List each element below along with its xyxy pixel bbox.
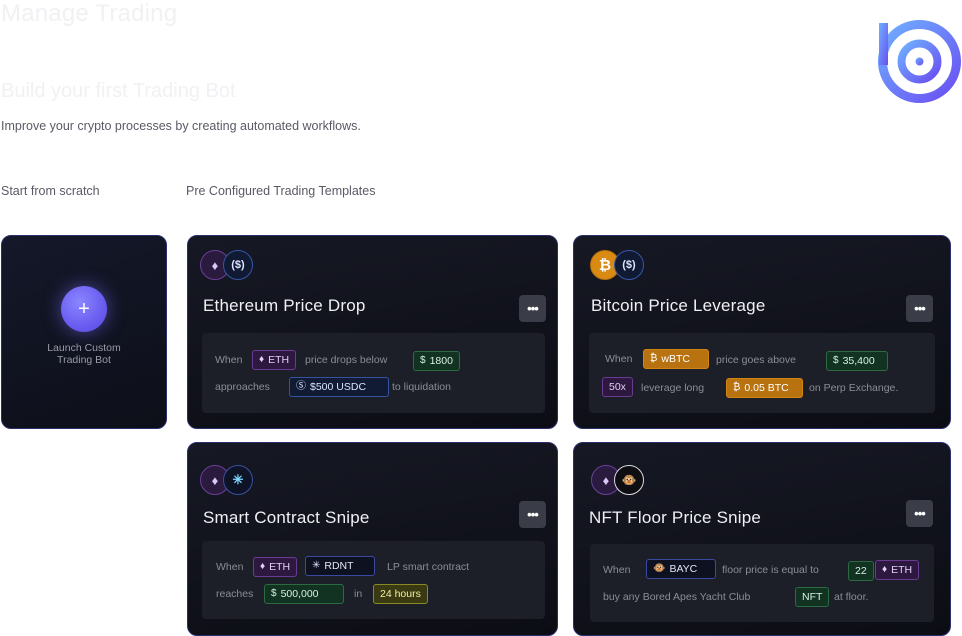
start-from-scratch-label: Start from scratch	[1, 184, 100, 198]
radiant-icon: ✳	[312, 560, 321, 571]
rule-text-when: When	[603, 564, 631, 576]
rule-text: leverage long	[641, 382, 705, 394]
templates-label: Pre Configured Trading Templates	[186, 184, 376, 198]
more-options-button[interactable]: •••	[519, 501, 546, 528]
chip-price[interactable]: $35,400	[826, 351, 888, 371]
chip-eth[interactable]: ♦ ETH	[253, 557, 298, 577]
launch-custom-bot-card[interactable]: + Launch Custom Trading Bot	[1, 235, 167, 429]
chip-duration[interactable]: 24 hours	[373, 584, 428, 604]
chip-price[interactable]: $1800	[413, 351, 460, 371]
dollar-icon: $	[271, 588, 277, 599]
section-title: Build your first Trading Bot	[1, 80, 236, 102]
rule-text: at floor.	[834, 591, 869, 603]
more-options-button[interactable]: •••	[906, 500, 933, 527]
chip-rdnt[interactable]: ✳ RDNT	[305, 556, 375, 576]
bayc-icon: 🐵	[653, 563, 666, 574]
template-card-ethereum-price-drop[interactable]: ♦ ($) Ethereum Price Drop ••• When ♦ ETH …	[187, 235, 558, 429]
chip-btc-amount[interactable]: ₿ 0.05 BTC	[726, 378, 803, 398]
template-card-bitcoin-price-leverage[interactable]: ₿ ($) Bitcoin Price Leverage ••• When ₿ w…	[573, 235, 951, 429]
rule-box: When ♦ ETH ✳ RDNT LP smart contract reache…	[202, 541, 545, 619]
card-title: Smart Contract Snipe	[203, 508, 370, 527]
card-title: Ethereum Price Drop	[203, 296, 366, 315]
dollar-icon: $	[833, 355, 839, 366]
rule-text: reaches	[216, 588, 254, 600]
rule-box: When ♦ ETH price drops below $1800 approa…	[202, 333, 545, 413]
chip-floor-price[interactable]: 22	[848, 561, 874, 581]
ethereum-icon: ♦	[882, 564, 888, 575]
ethereum-icon: ♦	[259, 354, 265, 365]
rule-text: floor price is equal to	[722, 564, 819, 576]
card-title: NFT Floor Price Snipe	[589, 508, 762, 527]
ethereum-icon: ♦	[260, 561, 266, 572]
chip-wbtc[interactable]: ₿ wBTC	[643, 349, 709, 369]
launch-custom-bot-label: Launch Custom Trading Bot	[47, 342, 121, 366]
rule-text: in	[354, 588, 363, 600]
usdc-icon: ($)	[614, 250, 644, 280]
rule-text: price goes above	[716, 354, 796, 366]
rule-text: on Perp Exchange.	[809, 382, 899, 394]
chip-eth[interactable]: ♦ ETH	[875, 560, 920, 580]
more-options-button[interactable]: •••	[906, 295, 933, 322]
subtitle: Improve your crypto processes by creatin…	[1, 119, 361, 133]
rule-text: approaches	[215, 381, 270, 393]
template-card-smart-contract-snipe[interactable]: ♦ ✳ Smart Contract Snipe ••• When ♦ ETH ✳…	[187, 442, 558, 636]
chip-usdc[interactable]: Ⓢ $500 USDC	[289, 377, 389, 397]
brand-logo-icon	[878, 20, 961, 103]
plus-icon[interactable]: +	[61, 286, 107, 332]
bitcoin-icon: ₿	[733, 382, 741, 393]
chip-eth[interactable]: ♦ ETH	[252, 350, 297, 370]
bitcoin-icon: ₿	[650, 353, 658, 364]
bayc-icon: 🐵	[614, 465, 644, 495]
chip-nft[interactable]: NFT	[795, 587, 830, 607]
rule-text: to liquidation	[392, 381, 451, 393]
card-title: Bitcoin Price Leverage	[591, 296, 766, 315]
template-card-nft-floor-price-snipe[interactable]: ♦ 🐵 NFT Floor Price Snipe ••• When 🐵 BAYC…	[573, 442, 951, 636]
rule-text: price drops below	[305, 354, 388, 366]
chip-amount[interactable]: $500,000	[264, 584, 344, 604]
rule-text-when: When	[605, 353, 633, 365]
radiant-icon: ✳	[223, 465, 253, 495]
rule-text: LP smart contract	[387, 561, 470, 573]
chip-leverage[interactable]: 50x	[602, 377, 633, 397]
rule-box: When ₿ wBTC price goes above $35,400 50x …	[589, 333, 935, 413]
dollar-icon: $	[420, 355, 426, 366]
usdc-icon: Ⓢ	[296, 381, 306, 392]
rule-text-when: When	[216, 561, 244, 573]
usdc-icon: ($)	[223, 250, 253, 280]
page-title: Manage Trading	[1, 0, 178, 27]
rule-text-when: When	[215, 354, 243, 366]
chip-bayc[interactable]: 🐵 BAYC	[646, 559, 716, 579]
rule-box: When 🐵 BAYC floor price is equal to 22 ♦ E…	[590, 544, 934, 622]
rule-text: buy any Bored Apes Yacht Club	[603, 591, 751, 603]
more-options-button[interactable]: •••	[519, 295, 546, 322]
